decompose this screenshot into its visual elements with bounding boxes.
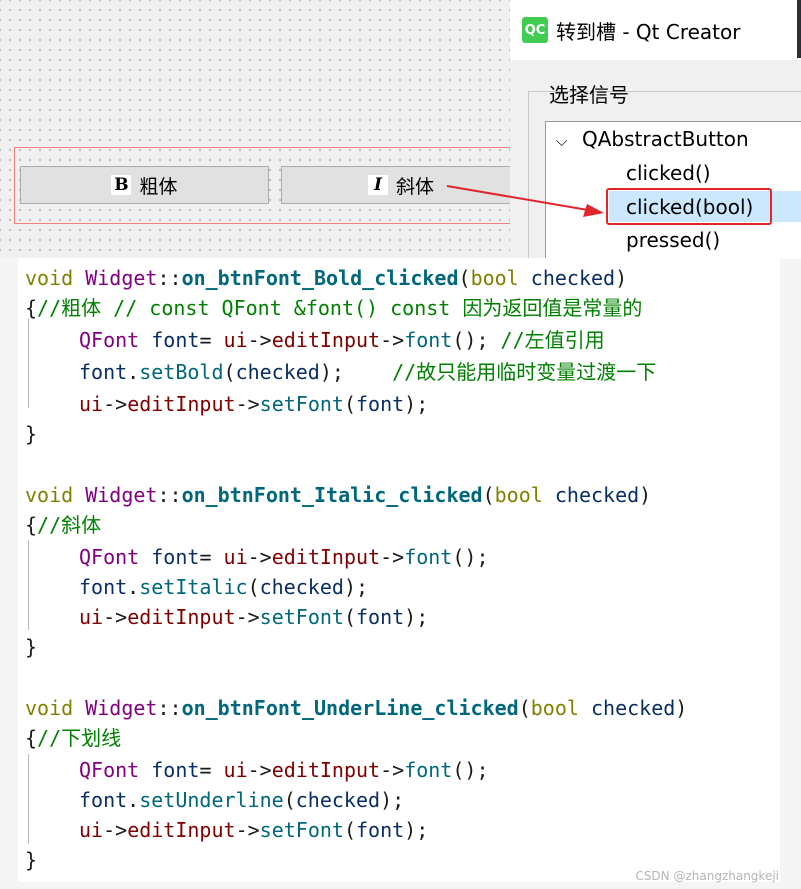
- code-line: void Widget::on_btnFont_Bold_clicked(boo…: [25, 266, 628, 290]
- italic-icon: I: [367, 175, 388, 195]
- indent-guide: [28, 754, 29, 844]
- code-line: font.setBold(checked); //故只能用临时变量过渡一下: [79, 360, 657, 384]
- dialog-title: 转到槽 - Qt Creator: [556, 19, 741, 44]
- tree-group-qabstractbutton[interactable]: ⌵ QAbstractButton: [556, 127, 749, 151]
- code-line: void Widget::on_btnFont_Italic_clicked(b…: [25, 483, 652, 507]
- signal-group-label: 选择信号: [549, 83, 629, 107]
- code-editor: void Widget::on_btnFont_Bold_clicked(boo…: [18, 258, 780, 882]
- indent-guide: [28, 318, 29, 408]
- code-line: }: [25, 422, 38, 446]
- bold-button[interactable]: B 粗体: [20, 166, 269, 204]
- qt-creator-logo-icon: QC: [522, 17, 548, 43]
- code-line: font.setItalic(checked);: [79, 575, 369, 599]
- code-line: ui->editInput->setFont(font);: [79, 818, 429, 842]
- code-line: void Widget::on_btnFont_UnderLine_clicke…: [25, 696, 688, 720]
- selection-annotation-box: [606, 188, 772, 225]
- watermark: CSDN @zhangzhangkeji: [635, 869, 779, 883]
- code-line: }: [25, 635, 38, 659]
- italic-button[interactable]: I 斜体: [281, 166, 521, 204]
- code-line: {//下划线: [25, 726, 122, 750]
- tree-group-label: QAbstractButton: [582, 127, 749, 151]
- code-line: {//粗体 // const QFont &font() const 因为返回值…: [25, 296, 643, 320]
- code-line: {//斜体: [25, 513, 102, 537]
- dialog-titlebar: QC 转到槽 - Qt Creator: [510, 0, 801, 60]
- code-line: QFont font= ui->editInput->font(); //左值引…: [79, 328, 605, 352]
- code-line: ui->editInput->setFont(font);: [79, 392, 429, 416]
- bold-icon: B: [111, 175, 132, 195]
- window-edge: [797, 0, 801, 58]
- chevron-down-icon[interactable]: ⌵: [556, 132, 582, 150]
- code-line: QFont font= ui->editInput->font();: [79, 758, 489, 782]
- indent-guide: [28, 540, 29, 630]
- code-line: }: [25, 848, 38, 872]
- code-line: QFont font= ui->editInput->font();: [79, 545, 489, 569]
- button-layout: B 粗体 I 斜体: [14, 147, 521, 224]
- designer-canvas: B 粗体 I 斜体: [0, 0, 521, 258]
- code-line: ui->editInput->setFont(font);: [79, 605, 429, 629]
- code-line: font.setUnderline(checked);: [79, 788, 405, 812]
- signal-item[interactable]: pressed(): [626, 228, 720, 252]
- italic-button-label: 斜体: [395, 175, 434, 198]
- signal-item[interactable]: clicked(): [626, 161, 711, 185]
- bold-button-label: 粗体: [139, 175, 178, 198]
